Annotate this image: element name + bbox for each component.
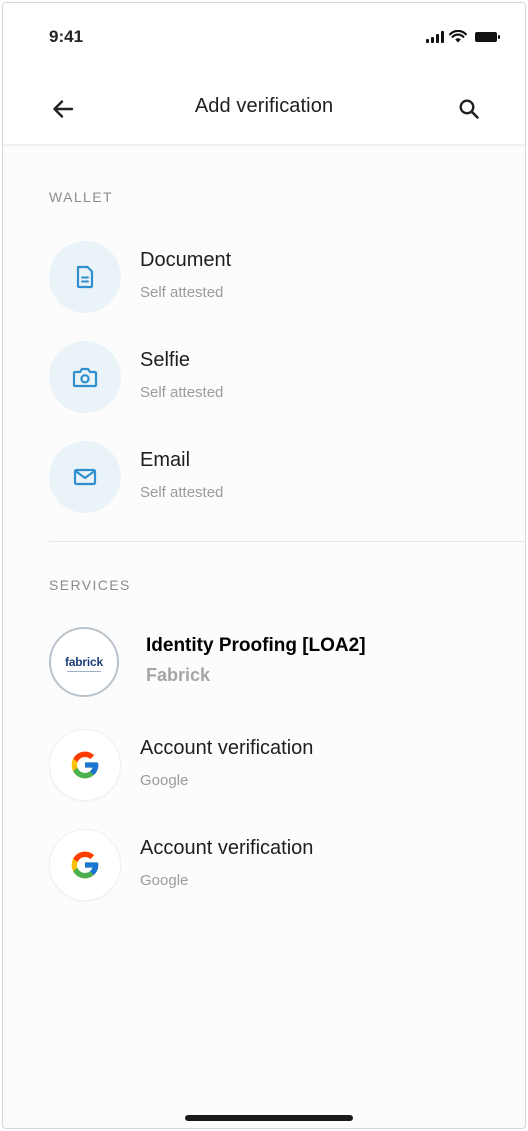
- battery-icon: [475, 31, 500, 42]
- document-icon: [76, 265, 94, 289]
- search-icon: [459, 99, 479, 119]
- item-title: Account verification: [140, 837, 314, 859]
- status-icons: [426, 30, 500, 43]
- item-title: Account verification: [140, 737, 314, 759]
- item-title: Email: [140, 449, 191, 471]
- wifi-icon: [449, 30, 467, 43]
- item-subtitle: Google: [140, 872, 189, 889]
- fabrick-logo: fabrick: [49, 627, 119, 697]
- service-item-fabrick[interactable]: fabrick Identity Proofing [LOA2] Fabrick: [49, 623, 479, 697]
- section-divider: [49, 541, 525, 542]
- google-icon-circle: [49, 829, 121, 901]
- item-subtitle: Self attested: [140, 284, 224, 301]
- wallet-section-label: WALLET: [49, 189, 113, 205]
- wallet-item-email[interactable]: Email Self attested: [49, 441, 479, 515]
- google-icon: [71, 751, 99, 779]
- camera-icon: [72, 367, 98, 388]
- service-item-google-2[interactable]: Account verification Google: [49, 829, 479, 903]
- item-title: Selfie: [140, 349, 191, 371]
- phone-screen: 9:41 Add verification WALLET Document Se…: [2, 2, 526, 1129]
- google-icon-circle: [49, 729, 121, 801]
- status-time: 9:41: [49, 27, 84, 46]
- camera-icon-circle: [49, 341, 121, 413]
- mail-icon: [73, 468, 97, 486]
- item-subtitle: Google: [140, 772, 189, 789]
- item-title: Document: [140, 249, 232, 271]
- fabrick-logo-text: fabrick: [65, 655, 103, 672]
- mail-icon-circle: [49, 441, 121, 513]
- wallet-item-document[interactable]: Document Self attested: [49, 241, 479, 315]
- home-indicator[interactable]: [185, 1115, 353, 1121]
- status-bar: 9:41: [3, 3, 525, 73]
- item-subtitle: Fabrick: [146, 665, 211, 685]
- wallet-item-selfie[interactable]: Selfie Self attested: [49, 341, 479, 415]
- page-title: Add verification: [194, 95, 334, 117]
- service-item-google-1[interactable]: Account verification Google: [49, 729, 479, 803]
- app-header: Add verification: [3, 73, 525, 145]
- search-button[interactable]: [449, 89, 489, 129]
- item-subtitle: Self attested: [140, 484, 224, 501]
- item-title: Identity Proofing [LOA2]: [146, 635, 366, 656]
- google-icon: [71, 851, 99, 879]
- item-subtitle: Self attested: [140, 384, 224, 401]
- services-section-label: SERVICES: [49, 577, 131, 593]
- document-icon-circle: [49, 241, 121, 313]
- signal-icon: [426, 30, 444, 43]
